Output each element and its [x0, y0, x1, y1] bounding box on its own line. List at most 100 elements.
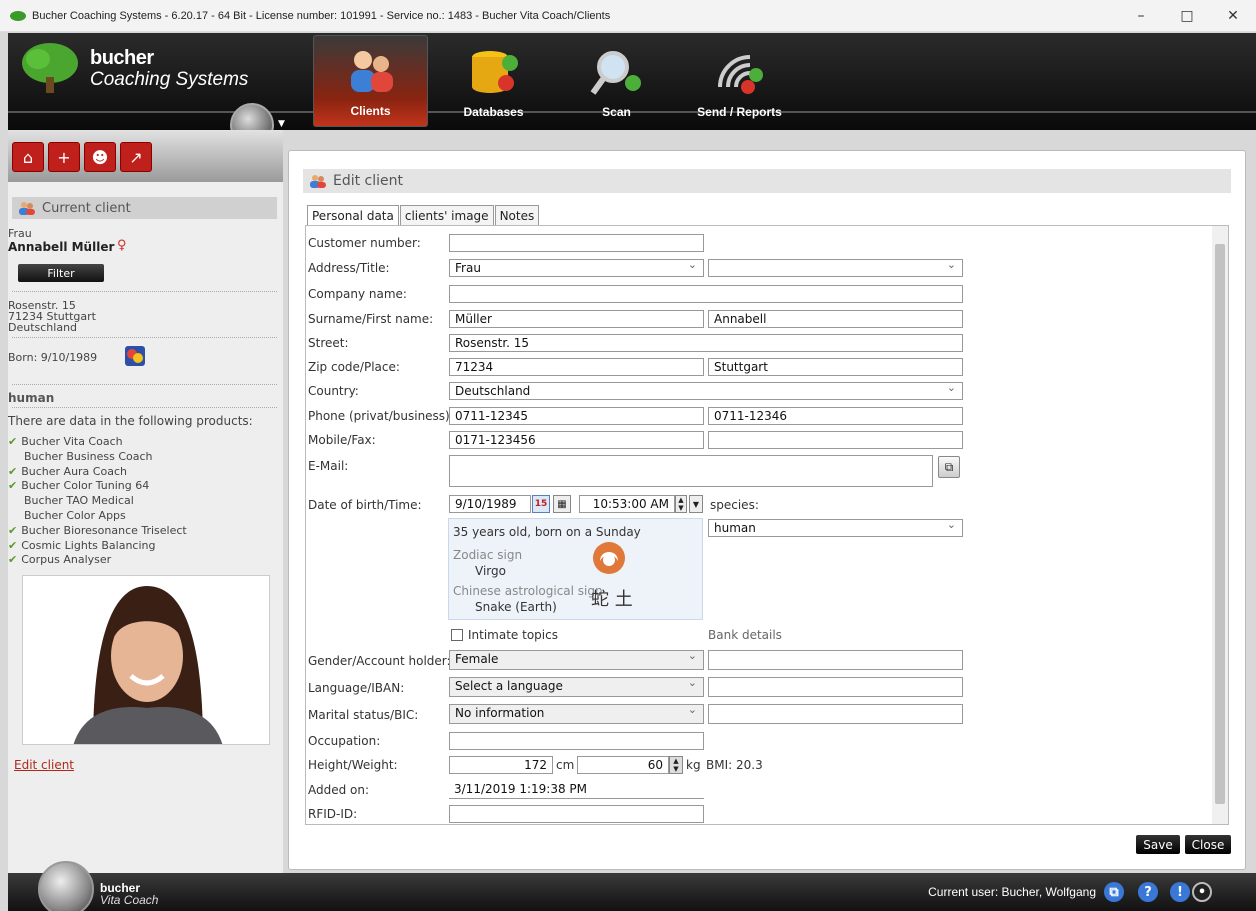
- edit-client-link[interactable]: Edit client: [14, 758, 74, 772]
- chinese-glyphs: 蛇 土: [591, 589, 633, 610]
- fax-input[interactable]: [708, 431, 963, 449]
- maximize-button[interactable]: □: [1164, 0, 1210, 32]
- rfid-input[interactable]: [449, 805, 704, 823]
- horoscope-icon[interactable]: [124, 345, 146, 367]
- phone-private-input[interactable]: 0711-12345: [449, 407, 704, 425]
- windows-icon[interactable]: ⧉: [1104, 882, 1124, 902]
- calendar-icon[interactable]: 15: [532, 495, 550, 513]
- label-company: Company name:: [308, 287, 407, 301]
- address-select[interactable]: Frau: [449, 259, 704, 277]
- copy-email-icon[interactable]: ⧉: [938, 456, 960, 478]
- brand-logo: bucher Coaching Systems: [16, 37, 276, 97]
- list-item: Bucher Business Coach: [24, 449, 153, 463]
- current-user: Current user: Bucher, Wolfgang: [928, 885, 1096, 899]
- current-client-header: Current client: [12, 197, 277, 219]
- weight-stepper-icon[interactable]: ▲ ▼: [669, 756, 683, 774]
- label-surname-first: Surname/First name:: [308, 312, 434, 326]
- lightbulb-icon[interactable]: !: [1170, 882, 1190, 902]
- close-button[interactable]: Close: [1185, 835, 1231, 854]
- clients-icon: [350, 51, 393, 92]
- height-input[interactable]: 172: [449, 756, 553, 774]
- country-select[interactable]: Deutschland: [449, 382, 963, 400]
- occupation-input[interactable]: [449, 732, 704, 750]
- tab-clients-image[interactable]: clients' image: [399, 205, 494, 225]
- phone-business-input[interactable]: 0711-12346: [708, 407, 963, 425]
- brand-tagline: Coaching Systems: [90, 69, 249, 90]
- client-name: Annabell Müller: [8, 240, 115, 254]
- place-input[interactable]: Stuttgart: [708, 358, 963, 376]
- window-titlebar: Bucher Coaching Systems - 6.20.17 - 64 B…: [0, 0, 1256, 32]
- close-window-button[interactable]: ✕: [1210, 0, 1256, 32]
- save-button[interactable]: Save: [1136, 835, 1180, 854]
- nav-send-reports[interactable]: Send / Reports: [682, 35, 797, 127]
- database-icon: [471, 51, 518, 93]
- label-email: E-Mail:: [308, 459, 349, 473]
- label-country: Country:: [308, 384, 359, 398]
- list-item: Bucher Vita Coach: [8, 435, 273, 450]
- label-added-on: Added on:: [308, 783, 370, 797]
- magnifier-icon: [590, 51, 641, 95]
- nav-databases[interactable]: Databases: [436, 35, 551, 127]
- list-item: Cosmic Lights Balancing: [8, 539, 273, 554]
- mobile-input[interactable]: 0171-123456: [449, 431, 704, 449]
- people-icon: [19, 202, 35, 215]
- account-holder-input[interactable]: [708, 650, 963, 670]
- gender-select[interactable]: Female: [449, 650, 704, 670]
- label-kg: kg: [686, 758, 701, 772]
- sidebar-toolbar: ⌂ + ☻ ↗: [8, 130, 283, 182]
- title-select[interactable]: [708, 259, 963, 277]
- dob-input[interactable]: 9/10/1989: [449, 495, 531, 513]
- products-intro: There are data in the following products…: [8, 414, 253, 428]
- power-icon[interactable]: •: [1192, 882, 1212, 902]
- product-list: Bucher Vita Coach Bucher Business Coach …: [8, 435, 273, 568]
- list-item: Corpus Analyser: [8, 553, 273, 568]
- list-item: Bucher TAO Medical: [24, 494, 134, 508]
- add-client-icon[interactable]: +: [48, 142, 80, 172]
- minimize-button[interactable]: –: [1118, 0, 1164, 32]
- form-scrollbar[interactable]: [1212, 226, 1228, 824]
- first-name-input[interactable]: Annabell: [708, 310, 963, 328]
- weight-input[interactable]: 60: [577, 756, 669, 774]
- intimate-topics-checkbox[interactable]: [451, 629, 463, 641]
- nav-scan[interactable]: Scan: [559, 35, 674, 127]
- iban-input[interactable]: [708, 677, 963, 697]
- nav-clients[interactable]: Clients: [313, 35, 428, 127]
- tab-notes[interactable]: Notes: [494, 205, 540, 225]
- client-group-icon[interactable]: ☻: [84, 142, 116, 172]
- list-item: Bucher Aura Coach: [8, 465, 273, 480]
- label-language-iban: Language/IBAN:: [308, 681, 405, 695]
- label-species: species:: [710, 498, 759, 512]
- street-input[interactable]: Rosenstr. 15: [449, 334, 963, 352]
- people-icon: [310, 175, 326, 188]
- left-sidebar: ⌂ + ☻ ↗ Current client Frau Annabell Mül…: [8, 130, 283, 873]
- chinese-sign-value: Snake (Earth): [475, 600, 557, 614]
- species-select[interactable]: human: [708, 519, 963, 537]
- label-street: Street:: [308, 336, 349, 350]
- surname-input[interactable]: Müller: [449, 310, 704, 328]
- help-icon[interactable]: ?: [1138, 882, 1158, 902]
- time-input[interactable]: 10:53:00 AM: [579, 495, 675, 513]
- zodiac-label: Zodiac sign: [453, 548, 523, 562]
- age-info: 35 years old, born on a Sunday: [453, 525, 641, 539]
- customer-number-input[interactable]: [449, 234, 704, 252]
- time-stepper-icon[interactable]: ▲ ▼: [675, 495, 687, 513]
- bic-input[interactable]: [708, 704, 963, 724]
- export-icon[interactable]: ↗: [120, 142, 152, 172]
- chevron-down-icon[interactable]: ▼: [278, 119, 285, 129]
- vita-coach-logo-icon[interactable]: [38, 861, 94, 911]
- tab-personal-data[interactable]: Personal data: [307, 205, 399, 226]
- marital-status-select[interactable]: No information: [449, 704, 704, 724]
- status-bar: bucher Vita Coach Current user: Bucher, …: [8, 861, 1256, 911]
- company-input[interactable]: [449, 285, 963, 303]
- filter-button[interactable]: Filter: [18, 264, 104, 282]
- email-textarea[interactable]: [449, 455, 933, 487]
- label-height-weight: Height/Weight:: [308, 758, 398, 772]
- time-dropdown-icon[interactable]: ▼: [689, 495, 703, 513]
- list-item: Bucher Color Tuning 64: [8, 479, 273, 494]
- window-title: Bucher Coaching Systems - 6.20.17 - 64 B…: [32, 9, 611, 22]
- home-icon[interactable]: ⌂: [12, 142, 44, 172]
- zip-input[interactable]: 71234: [449, 358, 704, 376]
- language-select[interactable]: Select a language: [449, 677, 704, 697]
- footer-product: Vita Coach: [100, 893, 159, 907]
- date-picker-icon[interactable]: ▦: [553, 495, 571, 513]
